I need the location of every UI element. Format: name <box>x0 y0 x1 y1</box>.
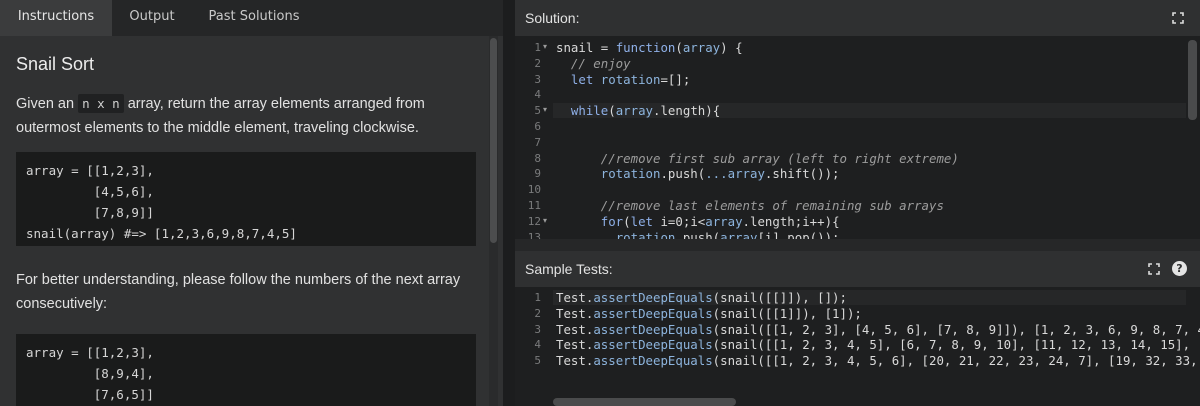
line-number: 7 <box>534 135 541 149</box>
fold-arrow-icon[interactable]: ▾ <box>543 105 547 114</box>
left-scrollbar-thumb[interactable] <box>490 38 497 243</box>
code-line[interactable]: Test.assertDeepEquals(snail([[1, 2, 3], … <box>556 322 1200 337</box>
line-number: 9 <box>534 167 541 181</box>
code-line[interactable]: Test.assertDeepEquals(snail([[]]), []); <box>556 290 847 305</box>
tab-bar: Instructions Output Past Solutions <box>0 0 503 36</box>
code-line[interactable]: //remove first sub array (left to right … <box>556 151 959 166</box>
line-number: 8 <box>534 151 541 165</box>
code-line[interactable]: //remove last elements of remaining sub … <box>556 198 944 213</box>
code-line[interactable]: for(let i=0;i<array.length;i++){ <box>556 214 840 229</box>
code-line[interactable]: Test.assertDeepEquals(snail([[1]]), [1])… <box>556 306 862 321</box>
line-number: 5 <box>534 104 541 118</box>
sample-tests-editor[interactable]: 1 2 3 4 5 Test.assertDeepEquals(snail([[]]),… <box>515 287 1200 406</box>
para-text: Given an <box>16 96 79 112</box>
example-code-block-2: array = [[1,2,3], [8,9,4], [7,6,5]] snai… <box>16 334 476 406</box>
help-icon[interactable]: ? <box>1172 261 1187 276</box>
code-line[interactable]: let rotation=[]; <box>556 72 690 87</box>
inline-code: n x n <box>78 94 124 113</box>
horizontal-scrollbar-thumb[interactable] <box>553 398 736 406</box>
expand-icon[interactable] <box>1172 12 1184 24</box>
solution-header: Solution: <box>515 0 1200 36</box>
line-number: 11 <box>527 199 541 212</box>
code-line[interactable]: snail = function(array) { <box>556 40 743 55</box>
line-number: 3 <box>534 322 541 336</box>
line-number: 2 <box>534 56 541 70</box>
instructions-pane: Instructions Output Past Solutions Snail… <box>0 0 503 406</box>
code-line[interactable]: Test.assertDeepEquals(snail([[1, 2, 3, 4… <box>556 337 1200 352</box>
line-number: 2 <box>534 306 541 320</box>
line-number: 4 <box>534 88 541 102</box>
code-line[interactable]: while(array.length){ <box>556 103 720 118</box>
line-number: 1 <box>534 291 541 304</box>
sample-tests-header: Sample Tests: ? <box>515 251 1200 287</box>
description-paragraph: Given an n x n array, return the array e… <box>16 92 476 140</box>
line-number: 5 <box>534 354 541 368</box>
expand-icon[interactable] <box>1148 263 1160 275</box>
code-line[interactable]: rotation.push(...array.shift()); <box>556 166 840 181</box>
solution-title: Solution: <box>525 10 580 26</box>
description-paragraph-2: For better understanding, please follow … <box>16 272 461 312</box>
editor-scrollbar-thumb[interactable] <box>1188 40 1197 120</box>
panel-separator <box>515 239 1200 251</box>
pane-divider[interactable] <box>503 0 515 406</box>
fold-arrow-icon[interactable]: ▾ <box>543 42 547 51</box>
code-line[interactable]: // enjoy <box>556 56 631 71</box>
solution-editor[interactable]: 1 ▾ 2 3 4 5 ▾ 6 7 8 9 10 11 12 ▾ 13 snail = function(ar… <box>515 36 1200 239</box>
tab-instructions[interactable]: Instructions <box>0 0 112 36</box>
line-gutter: 1 2 3 4 5 <box>515 287 553 406</box>
fold-arrow-icon[interactable]: ▾ <box>543 216 547 225</box>
line-number: 4 <box>534 338 541 352</box>
tab-past-solutions[interactable]: Past Solutions <box>200 0 308 36</box>
kata-title: Snail Sort <box>16 54 95 74</box>
line-number: 12 <box>527 214 541 228</box>
line-number: 1 <box>534 41 541 54</box>
sample-tests-title: Sample Tests: <box>525 261 613 277</box>
tab-output[interactable]: Output <box>118 0 186 36</box>
code-line[interactable]: rotation.push(array[i].pop()); <box>556 230 840 239</box>
code-line[interactable]: Test.assertDeepEquals(snail([[1, 2, 3, 4… <box>556 353 1200 368</box>
example-code-block: array = [[1,2,3], [4,5,6], [7,8,9]] snai… <box>16 152 476 246</box>
line-number: 13 <box>527 230 541 239</box>
line-gutter: 1 ▾ 2 3 4 5 ▾ 6 7 8 9 10 11 12 ▾ 13 <box>515 36 553 239</box>
line-number: 3 <box>534 72 541 86</box>
line-number: 6 <box>534 120 541 133</box>
line-number: 10 <box>527 183 541 197</box>
